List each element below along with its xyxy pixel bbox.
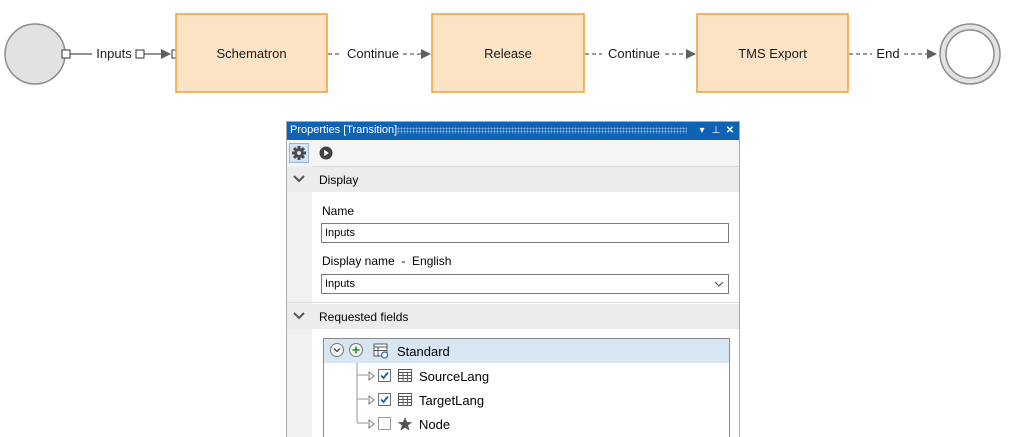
checkbox-sourcelang[interactable] bbox=[378, 369, 391, 382]
task-label-release: Release bbox=[484, 46, 532, 61]
edge-label-continue-1: Continue bbox=[347, 46, 399, 61]
section-requested-fields-header[interactable]: Requested fields bbox=[287, 304, 739, 329]
end-event[interactable] bbox=[939, 23, 1001, 85]
expand-arrow-icon bbox=[368, 371, 375, 381]
star-icon bbox=[397, 417, 413, 431]
start-event[interactable] bbox=[4, 23, 66, 85]
edge-label-inputs: Inputs bbox=[96, 46, 132, 61]
plus-icon bbox=[352, 346, 360, 354]
section-display-title: Display bbox=[319, 173, 359, 187]
table-link-icon bbox=[373, 343, 389, 359]
add-field-button[interactable] bbox=[349, 343, 363, 357]
check-icon bbox=[380, 395, 389, 404]
display-name-select[interactable]: Inputs bbox=[321, 274, 729, 294]
field-label-sourcelang: SourceLang bbox=[419, 369, 490, 384]
edge-handle-start[interactable] bbox=[61, 49, 71, 59]
table-icon bbox=[398, 369, 412, 382]
settings-tab-button[interactable] bbox=[289, 143, 309, 163]
collapse-button[interactable] bbox=[330, 343, 344, 357]
section-requested-fields-title: Requested fields bbox=[319, 310, 409, 324]
checkbox-node[interactable] bbox=[378, 417, 391, 430]
tree-row-targetlang[interactable]: TargetLang bbox=[324, 388, 729, 412]
dropdown-icon[interactable]: ▾ bbox=[696, 123, 708, 139]
edge-continue-1[interactable]: Continue bbox=[328, 46, 431, 61]
chevron-down-icon bbox=[714, 281, 724, 287]
chevron-down-icon bbox=[293, 312, 305, 320]
edge-end[interactable]: End bbox=[849, 46, 937, 61]
task-release[interactable]: Release bbox=[431, 13, 585, 93]
task-tms-export[interactable]: TMS Export bbox=[696, 13, 849, 93]
expand-arrow-icon bbox=[368, 419, 375, 429]
play-icon bbox=[319, 146, 333, 160]
section-display-header[interactable]: Display bbox=[287, 167, 739, 192]
checkbox-targetlang[interactable] bbox=[378, 393, 391, 406]
edge-handle-mid[interactable] bbox=[135, 49, 145, 59]
name-label: Name bbox=[322, 204, 355, 218]
tree-row-sourcelang[interactable]: SourceLang bbox=[324, 364, 729, 388]
panel-title: Properties [Transition] bbox=[290, 124, 398, 136]
field-label-targetlang: TargetLang bbox=[419, 393, 485, 408]
task-label-schematron: Schematron bbox=[216, 46, 286, 61]
display-name-label: Display name - English bbox=[322, 254, 452, 268]
workflow-diagram: Inputs Schematron Continue Release Conti… bbox=[4, 13, 1001, 93]
edge-label-end: End bbox=[876, 46, 899, 61]
close-icon[interactable]: ✕ bbox=[724, 123, 736, 139]
properties-panel: Properties [Transition] ▾ ⊥ ✕ Display Na… bbox=[286, 121, 740, 437]
expand-arrow-icon bbox=[368, 395, 375, 405]
display-name-value: Inputs bbox=[325, 278, 355, 290]
section-divider bbox=[287, 302, 739, 303]
task-label-tms-export: TMS Export bbox=[738, 46, 807, 61]
tree-root-label: Standard bbox=[397, 344, 450, 359]
name-input[interactable]: Inputs bbox=[321, 223, 729, 243]
gear-icon bbox=[292, 146, 306, 160]
requested-fields-tree: Standard SourceLang TargetLang Node bbox=[323, 338, 730, 437]
edge-label-continue-2: Continue bbox=[608, 46, 660, 61]
check-icon bbox=[380, 371, 389, 380]
tree-row-node[interactable]: Node bbox=[324, 412, 729, 436]
table-icon bbox=[398, 393, 412, 406]
chevron-down-icon bbox=[333, 348, 341, 353]
titlebar-grip bbox=[397, 127, 687, 134]
chevron-down-icon bbox=[293, 175, 305, 183]
run-tab-button[interactable] bbox=[316, 143, 336, 163]
field-label-node: Node bbox=[419, 417, 451, 432]
pin-icon[interactable]: ⊥ bbox=[710, 123, 722, 139]
panel-toolbar bbox=[287, 140, 739, 167]
panel-titlebar[interactable]: Properties [Transition] ▾ ⊥ ✕ bbox=[287, 122, 739, 140]
tree-row-standard[interactable]: Standard bbox=[324, 339, 729, 363]
task-schematron[interactable]: Schematron bbox=[175, 13, 328, 93]
edge-continue-2[interactable]: Continue bbox=[585, 46, 696, 61]
edge-inputs[interactable]: Inputs bbox=[61, 46, 181, 61]
